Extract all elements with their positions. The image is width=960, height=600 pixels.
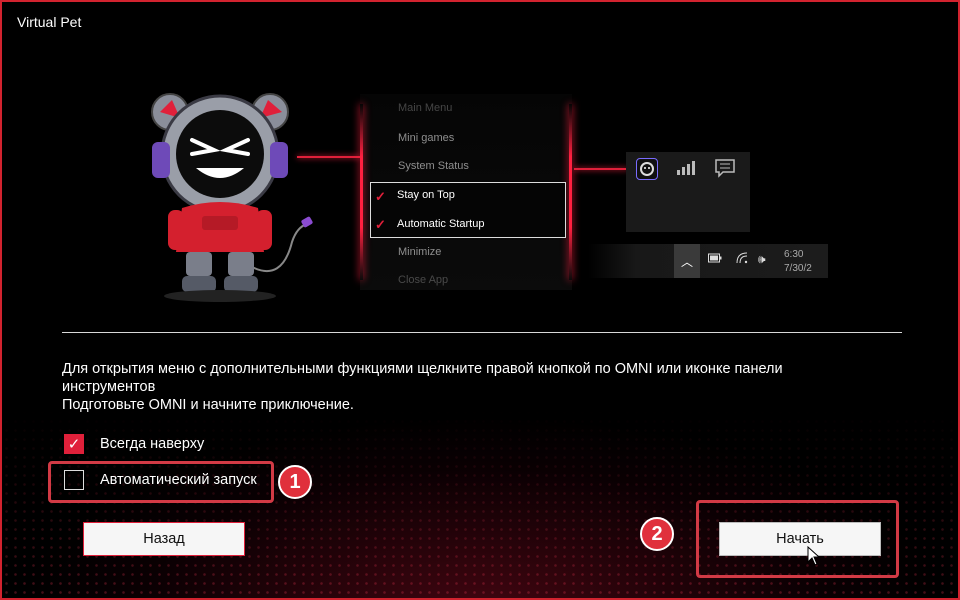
- menu-item-mini-games: Mini games: [398, 132, 455, 144]
- battery-icon: [708, 252, 722, 266]
- network-bars-icon: [676, 158, 698, 180]
- step-badge-1: 1: [278, 465, 312, 499]
- step-badge-2: 2: [640, 517, 674, 551]
- omni-mascot-image: [151, 93, 313, 302]
- taskbar-preview: ︿ 🕪 6:30 7/30/2: [588, 244, 828, 278]
- menu-item-automatic-startup: Automatic Startup: [397, 218, 485, 230]
- instructions-line-1: Для открытия меню с дополнительными функ…: [62, 361, 783, 377]
- notification-icon: [714, 158, 736, 182]
- omni-tray-icon: [636, 158, 658, 180]
- always-on-top-checkbox[interactable]: ✓: [64, 434, 84, 454]
- start-button[interactable]: Начать: [719, 522, 881, 556]
- always-on-top-option[interactable]: ✓ Всегда наверху: [64, 434, 204, 454]
- menu-item-system-status: System Status: [398, 160, 469, 172]
- virtual-pet-window: Virtual Pet Main Menu Mini games System …: [0, 0, 960, 600]
- taskbar-date: 7/30/2: [784, 263, 812, 274]
- taskbar-clock: 6:30 7/30/2: [784, 248, 812, 276]
- tray-popup-preview: [626, 152, 750, 232]
- wifi-icon: [736, 252, 748, 267]
- highlight-box-auto-start: [48, 461, 274, 503]
- check-icon: ✓: [375, 217, 386, 232]
- menu-checked-group: ✓ Stay on Top ✓ Automatic Startup: [370, 182, 566, 238]
- connector-line-right: [574, 168, 628, 170]
- menu-item-minimize: Minimize: [398, 246, 442, 258]
- volume-icon: 🕪: [758, 252, 766, 266]
- back-button[interactable]: Назад: [83, 522, 245, 556]
- chevron-up-icon: ︿: [674, 244, 700, 278]
- instructions-line-3: Подготовьте OMNI и начните приключение.: [62, 397, 354, 413]
- taskbar-time: 6:30: [784, 249, 804, 260]
- menu-item-close-app: Close App: [398, 274, 449, 286]
- connector-line-left: [297, 156, 361, 158]
- menu-item-stay-on-top: Stay on Top: [397, 189, 455, 201]
- check-icon: ✓: [375, 189, 386, 204]
- illustration: Main Menu Mini games System Status ✓ Sta…: [142, 92, 828, 302]
- divider: [62, 332, 902, 333]
- always-on-top-label: Всегда наверху: [100, 436, 205, 452]
- window-title: Virtual Pet: [17, 14, 82, 30]
- instructions-line-2: инструментов: [62, 379, 156, 395]
- context-menu-preview: Main Menu Mini games System Status ✓ Sta…: [360, 94, 572, 290]
- mouse-cursor-icon: [807, 546, 821, 566]
- menu-item-main-menu: Main Menu: [398, 102, 453, 114]
- instructions-text: Для открытия меню с дополнительными функ…: [62, 360, 882, 414]
